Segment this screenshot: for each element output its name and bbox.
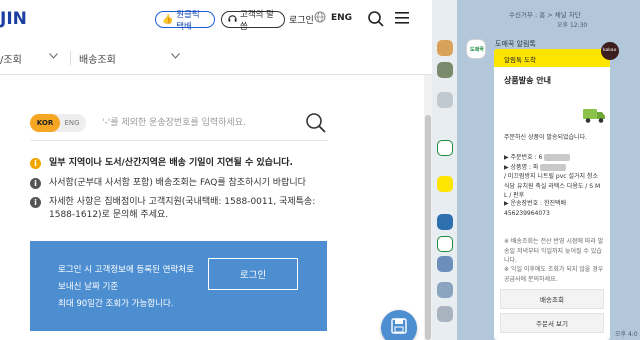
product-description: / 미끄럼방지 니트릴 pvc 설거지 청소 식당 유치원 축실 라텍스 다용도… [504, 173, 601, 199]
chat-avatar[interactable] [437, 40, 453, 56]
card-order-details: ▶ 주문번호 : 6 ▶ 상품명 : 파 / 미끄럼방지 니트릴 pvc 설거지… [504, 153, 604, 201]
chevron-down-icon[interactable] [49, 53, 58, 59]
scrollbar-thumb[interactable] [425, 115, 431, 340]
chat-avatar[interactable] [437, 214, 453, 230]
login-button[interactable]: 로그인 [208, 258, 298, 290]
redacted-block [544, 154, 571, 161]
headset-icon [228, 14, 237, 26]
info-icon: i [30, 158, 41, 169]
info-icon: i [30, 178, 41, 189]
bot-avatar[interactable]: 도매꾹 [466, 39, 486, 59]
card-note: ※ 익일 이후에도 조회가 되지 않을 경우 공급사에 문의하세요. [504, 266, 604, 283]
info-icon: i [30, 197, 41, 208]
chat-avatar[interactable] [437, 92, 453, 108]
card-note: ※ 배송조회는 전산 반영 시점에 따라 발송일 저녁부터 익일까지 늦어질 수… [504, 238, 604, 264]
card-title: 상품발송 안내 [504, 76, 551, 85]
card-banner: 알림톡 도착 [494, 49, 610, 67]
toggle-eng[interactable]: ENG [58, 114, 86, 132]
tracking-page: JIN 👍 원클릭 택배 고객의 말씀 로그인 ENG /조회 배송조회 KOR… [0, 0, 432, 340]
tracking-number-input[interactable] [102, 112, 298, 134]
card-banner-text: 알림톡 도착 [504, 56, 536, 64]
site-header: JIN 👍 원클릭 택배 고객의 말씀 로그인 ENG [0, 0, 432, 38]
subnav-tracking[interactable]: 배송조회 [79, 51, 116, 66]
search-icon[interactable] [367, 10, 385, 28]
site-logo[interactable]: JIN [0, 9, 27, 29]
bot-name: 도매꾹 알림톡 [495, 40, 536, 48]
chat-avatar[interactable] [437, 306, 453, 322]
login-link[interactable]: 로그인 [289, 13, 314, 26]
login-info-line: 최대 90일간 조회가 가능합니다. [58, 299, 174, 309]
notice-text: 사서함(군부대 사서함 포함) 배송조회는 FAQ를 참조하시기 바랍니다 [49, 178, 306, 188]
customer-voice-label: 고객의 말씀 [240, 9, 274, 32]
truck-icon [583, 109, 605, 123]
chat-avatar[interactable] [437, 62, 453, 78]
message-time: 오후 12:30 [557, 22, 588, 29]
message-time: 오후 4:0 [615, 331, 638, 338]
sub-navigation: /조회 배송조회 [0, 38, 432, 75]
one-click-delivery-button[interactable]: 👍 원클릭 택배 [155, 10, 215, 32]
kakao-badge-text: kakao [603, 48, 617, 53]
login-info-line: 보내신 날짜 기준 [58, 282, 119, 292]
notice-text: 자세한 사항은 집배점이나 고객지원(국내택배: 1588-0011, 국제특송… [49, 197, 316, 220]
chat-avatar[interactable] [437, 236, 453, 252]
view-order-button[interactable]: 주문서 보기 [500, 313, 604, 333]
search-underline [30, 140, 328, 141]
chat-avatar[interactable] [437, 282, 453, 298]
save-icon [391, 318, 407, 334]
order-number: ▶ 주문번호 : 6 [504, 154, 543, 161]
chat-avatar[interactable] [437, 256, 453, 272]
notification-card: 알림톡 도착 상품발송 안내 주문하신 상품이 발송되었습니다. ▶ 주문번호 … [494, 49, 610, 340]
floating-action-button[interactable] [381, 310, 417, 340]
login-info-line: 로그인 시 고객정보에 등록된 연락처로 [58, 265, 194, 275]
chat-avatar[interactable] [437, 140, 453, 156]
customer-voice-button[interactable]: 고객의 말씀 [221, 10, 285, 32]
chat-avatar[interactable] [437, 176, 453, 192]
kakao-badge: kakao [601, 42, 619, 60]
thumb-icon: 👍 [162, 14, 174, 25]
kakao-chat-window: 수신거부 : 홈 > 채널 차단 오후 12:30 도매꾹 도매꾹 알림톡 알림… [457, 0, 640, 340]
language-link[interactable]: ENG [331, 13, 352, 23]
product-name: ▶ 상품명 : 파 [504, 163, 539, 171]
one-click-delivery-label: 원클릭 택배 [176, 9, 200, 32]
chat-list-strip [432, 0, 457, 340]
chevron-down-icon[interactable] [171, 53, 180, 59]
subnav-divider [70, 51, 71, 65]
redacted-block [540, 163, 567, 171]
notice-text: 일부 지역이나 도서/산간지역은 배송 기일이 지연될 수 있습니다. [49, 158, 293, 168]
card-body-text: 주문하신 상품이 발송되었습니다. [504, 134, 588, 141]
search-icon[interactable] [305, 112, 327, 134]
tracking-number-text: ▶ 운송장번호 : 한진택배 456239964073 [504, 200, 567, 217]
bot-avatar-text: 도매꾹 [470, 47, 484, 53]
toggle-kor[interactable]: KOR [30, 114, 60, 132]
hamburger-menu-icon[interactable] [395, 12, 409, 24]
login-info-panel: 로그인 시 고객정보에 등록된 연락처로 보내신 날짜 기준 최대 90일간 조… [30, 241, 327, 331]
globe-icon[interactable] [314, 11, 326, 23]
unsubscribe-note: 수신거부 : 홈 > 채널 차단 [509, 11, 581, 19]
subnav-category[interactable]: /조회 [0, 51, 22, 66]
track-delivery-button[interactable]: 배송조회 [500, 289, 604, 309]
